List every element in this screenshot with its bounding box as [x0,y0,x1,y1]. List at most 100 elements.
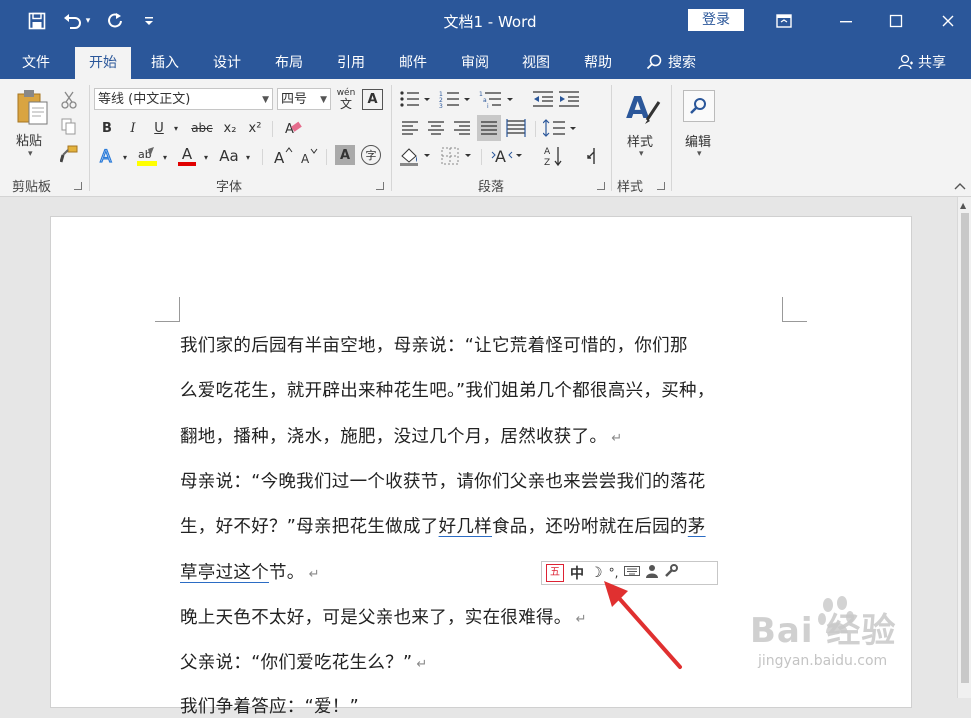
annotation-arrow-icon [604,581,682,669]
paragraph-line[interactable]: 我们争着答应：“爱！” [180,693,359,718]
separator [326,149,327,165]
tab-file[interactable]: 文件 [22,52,50,72]
styles-dropdown-icon[interactable]: ▾ [639,149,644,159]
document-title: 文档1 - Word [443,13,537,31]
font-name-combo[interactable]: 等线 (中文正文) ▼ [94,88,273,110]
cut-icon[interactable] [58,89,80,111]
paragraph-line[interactable]: 母亲说：“今晚我们过一个收获节，请你们父亲也来尝尝我们的落花 [180,468,706,493]
tab-mailings[interactable]: 邮件 [399,52,427,72]
tab-insert[interactable]: 插入 [151,52,179,72]
maximize-icon[interactable] [876,6,916,36]
align-center-icon[interactable] [426,117,446,139]
find-icon[interactable] [683,90,715,122]
numbering-icon[interactable]: 123 [438,88,472,110]
close-icon[interactable] [928,6,968,36]
share-button[interactable]: 共享 [898,52,946,72]
line-spacing-icon[interactable] [542,117,578,139]
ribbon-display-options-icon[interactable] [764,6,804,36]
justify-icon[interactable] [477,115,501,141]
line-text: 食品，还吩咐就在后园的 [491,517,688,537]
underline-dropdown-icon[interactable]: ▾ [170,117,182,139]
tab-layout[interactable]: 布局 [275,52,303,72]
clipboard-dialog-launcher-icon[interactable] [74,182,82,190]
tab-references[interactable]: 引用 [337,52,365,72]
sort-icon[interactable]: AZ [542,144,566,168]
decrease-indent-icon[interactable] [532,88,554,110]
font-color-dropdown-icon[interactable]: ▾ [201,147,211,167]
change-case-button[interactable]: Aa [216,144,242,168]
phonetic-guide-icon[interactable]: wén 文 [335,86,357,112]
enclose-characters-icon[interactable]: 字 [361,145,381,165]
paragraph-dialog-launcher-icon[interactable] [597,182,605,190]
svg-text:A: A [285,122,294,137]
paragraph-line[interactable]: 草亭过这个节。 ↵ [180,559,320,584]
increase-indent-icon[interactable] [558,88,580,110]
shading-icon[interactable] [398,144,434,168]
editing-label[interactable]: 编辑 [685,131,711,150]
italic-button[interactable]: I [124,117,142,139]
highlight-dropdown-icon[interactable]: ▾ [160,147,170,167]
paste-label[interactable]: 粘贴 [16,130,42,149]
align-right-icon[interactable] [452,117,472,139]
redo-icon[interactable] [102,8,128,34]
underline-button[interactable]: U [150,117,168,139]
change-case-dropdown-icon[interactable]: ▾ [243,147,253,167]
tab-design[interactable]: 设计 [213,52,241,72]
multilevel-list-icon[interactable]: 1ai [478,88,516,110]
tab-review[interactable]: 审阅 [461,52,489,72]
paragraph-line[interactable]: 么爱吃花生，就开辟出来种花生吧。”我们姐弟几个都很高兴，买种， [180,377,715,402]
customize-qat-icon[interactable] [136,8,162,34]
font-dialog-launcher-icon[interactable] [376,182,384,190]
styles-label[interactable]: 样式 [627,131,653,150]
asian-layout-icon[interactable]: A [490,144,526,168]
font-color-icon[interactable]: A [176,144,198,168]
strikethrough-button[interactable]: abc [189,117,215,139]
text-effects-dropdown-icon[interactable]: ▾ [120,147,130,167]
tab-view[interactable]: 视图 [522,52,550,72]
copy-icon[interactable] [58,116,80,138]
highlight-icon[interactable]: ab [136,144,158,168]
separator [272,121,273,137]
paste-icon[interactable] [14,87,50,127]
borders-icon[interactable] [439,144,475,168]
editing-dropdown-icon[interactable]: ▾ [697,149,702,159]
scroll-up-icon[interactable]: ▲ [960,201,966,210]
tell-me-search[interactable]: 搜索 [646,52,696,72]
paragraph-line[interactable]: 晚上天色不太好，可是父亲也来了，实在很难得。 ↵ [180,604,587,629]
paragraph-line[interactable]: 我们家的后园有半亩空地，母亲说：“让它荒着怪可惜的，你们那 [180,332,688,357]
character-border-icon[interactable]: A [362,89,383,110]
login-button[interactable]: 登录 [688,9,744,31]
superscript-button[interactable]: x² [244,117,266,139]
save-icon[interactable] [24,8,50,34]
styles-icon[interactable]: A [622,87,662,129]
undo-dropdown-icon[interactable]: ▾ [82,8,94,34]
collapse-ribbon-icon[interactable] [954,180,966,193]
subscript-button[interactable]: x₂ [219,117,241,139]
tab-help[interactable]: 帮助 [584,52,612,72]
ime-logo-icon[interactable]: 五 [546,564,564,582]
show-hide-marks-icon[interactable] [580,144,602,168]
bold-button[interactable]: B [98,117,116,139]
align-left-icon[interactable] [400,117,420,139]
text-effects-icon[interactable]: A [98,144,118,168]
minimize-icon[interactable] [826,6,866,36]
tab-home[interactable]: 开始 [75,47,131,79]
separator [481,149,482,165]
paragraph-line[interactable]: 翻地，播种，浇水，施肥，没过几个月，居然收获了。 ↵ [180,423,622,448]
grow-font-icon[interactable]: A [272,144,294,168]
format-painter-icon[interactable] [58,143,80,165]
font-size-combo[interactable]: 四号 ▼ [277,88,331,110]
shrink-font-icon[interactable]: A [298,144,320,168]
font-group-label: 字体 [216,180,243,195]
character-shading-icon[interactable]: A [335,145,355,165]
line-text: 父亲说：“你们爱吃花生么？” [180,653,413,673]
distributed-icon[interactable] [505,117,527,139]
paste-dropdown-icon[interactable]: ▾ [28,149,33,159]
paragraph-line[interactable]: 父亲说：“你们爱吃花生么？” ↵ [180,649,428,674]
styles-dialog-launcher-icon[interactable] [657,182,665,190]
clear-formatting-icon[interactable]: A [282,117,304,139]
ime-mode-toggle[interactable]: 中 [570,563,584,583]
paragraph-line[interactable]: 生，好不好？”母亲把花生做成了好几样食品，还吩咐就在后园的茅 [180,513,706,538]
bullets-icon[interactable] [398,88,432,110]
share-label: 共享 [918,55,946,71]
